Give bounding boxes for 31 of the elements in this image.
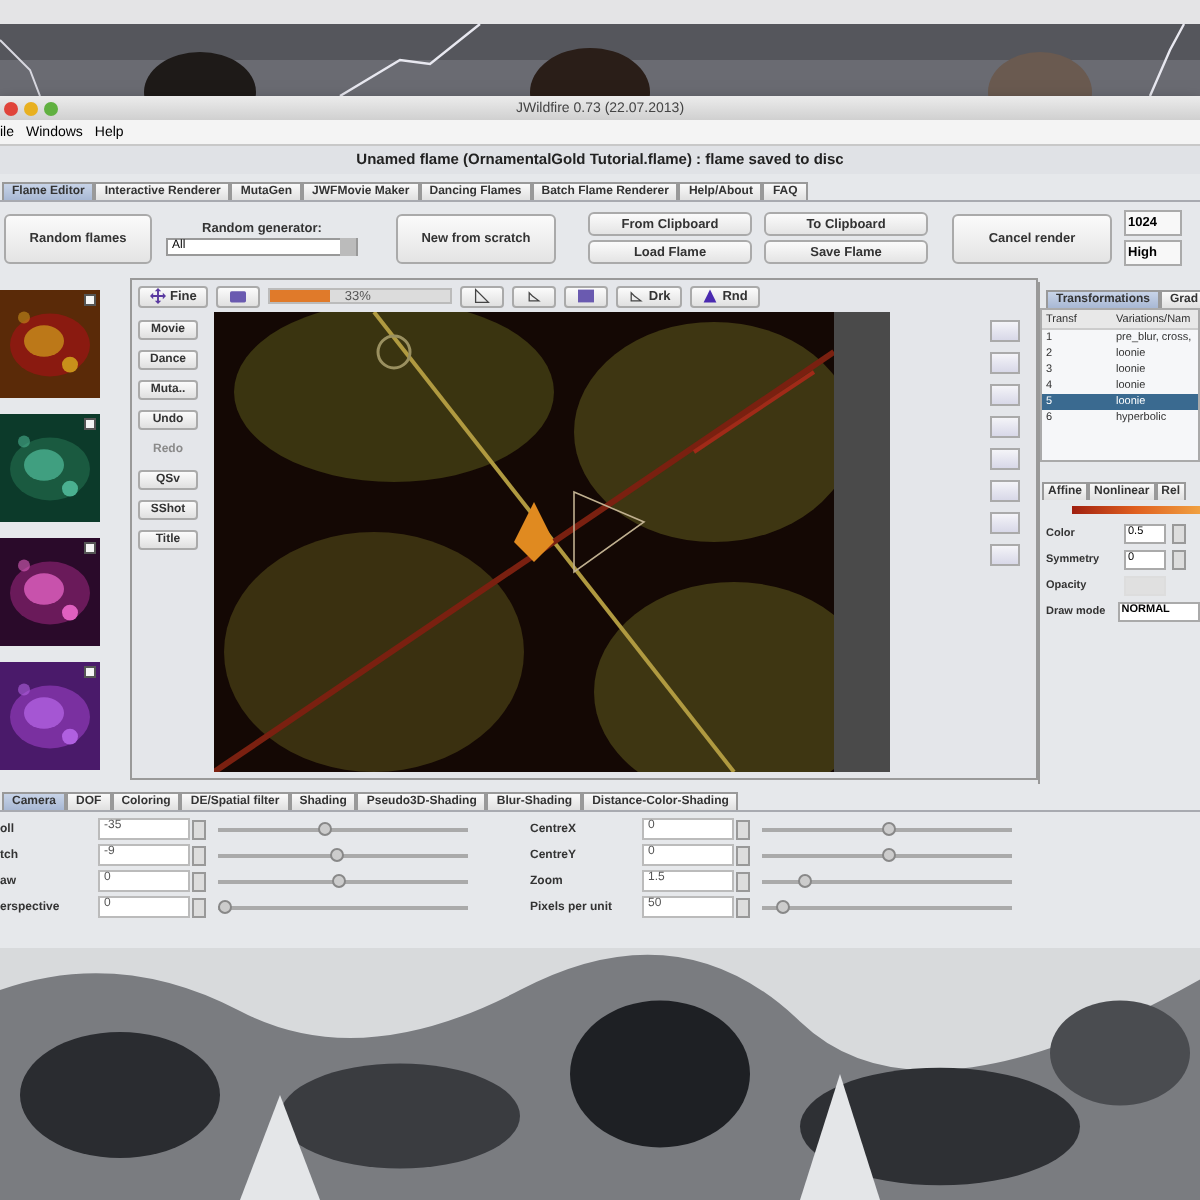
slider-thumb[interactable] bbox=[776, 899, 790, 913]
tool-icon[interactable] bbox=[990, 352, 1020, 374]
zoom-button[interactable] bbox=[44, 101, 58, 115]
remove-icon[interactable] bbox=[84, 542, 96, 554]
slider-thumb[interactable] bbox=[329, 847, 344, 861]
remove-icon[interactable] bbox=[84, 418, 96, 430]
tool-icon[interactable] bbox=[990, 416, 1020, 438]
remove-icon[interactable] bbox=[84, 294, 96, 306]
close-button[interactable] bbox=[4, 101, 18, 115]
slider-thumb[interactable] bbox=[881, 847, 895, 861]
tool-icon[interactable] bbox=[990, 480, 1020, 502]
triangle-icon bbox=[474, 288, 491, 304]
slider-thumb[interactable] bbox=[798, 873, 813, 887]
triangle-button[interactable] bbox=[460, 285, 505, 307]
grid-button[interactable] bbox=[564, 285, 609, 307]
triangle-icon bbox=[702, 288, 719, 304]
slider-thumb[interactable] bbox=[881, 821, 895, 835]
move-icon bbox=[150, 288, 166, 304]
gradient-bar bbox=[1072, 506, 1200, 514]
tool-icon[interactable] bbox=[990, 320, 1020, 342]
tool-icon[interactable] bbox=[990, 512, 1020, 534]
camera-button[interactable] bbox=[216, 285, 261, 307]
remove-icon[interactable] bbox=[84, 666, 96, 678]
slider-thumb[interactable] bbox=[332, 873, 346, 887]
edit-button[interactable] bbox=[512, 285, 557, 307]
tool-icon[interactable] bbox=[990, 448, 1020, 470]
tool-icon[interactable] bbox=[990, 384, 1020, 406]
slider-thumb[interactable] bbox=[317, 821, 331, 835]
minimize-button[interactable] bbox=[24, 101, 38, 115]
slider-thumb[interactable] bbox=[217, 899, 231, 913]
tool-icon[interactable] bbox=[990, 544, 1020, 566]
